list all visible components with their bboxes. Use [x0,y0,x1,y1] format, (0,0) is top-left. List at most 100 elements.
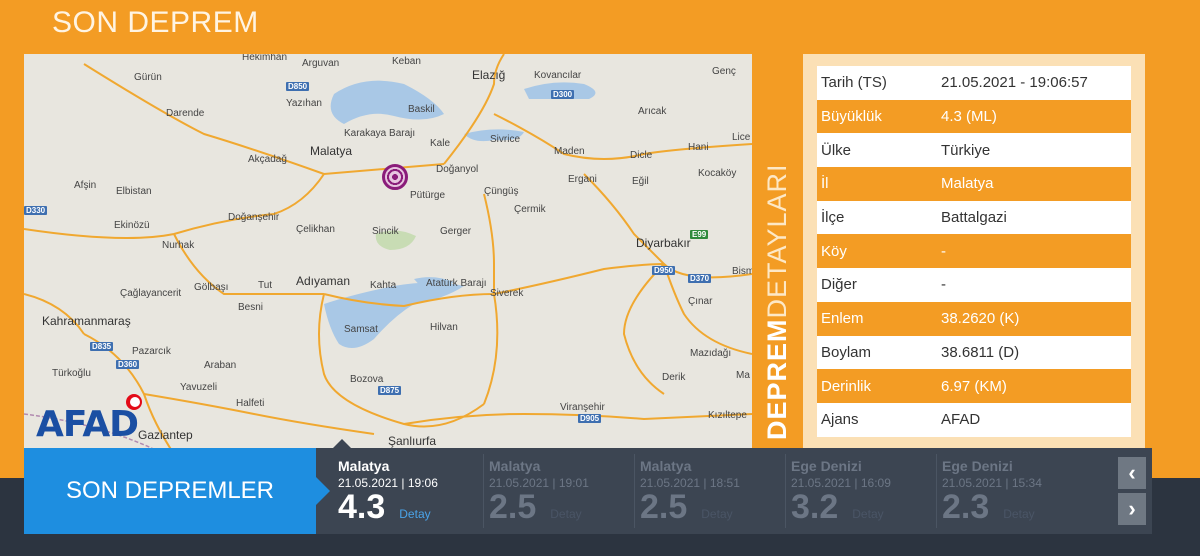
map-place-label: Viranşehir [560,402,605,413]
map-place-label: Akçadağ [248,154,287,165]
map-place-label: Gölbaşı [194,282,229,293]
recent-earthquake-item[interactable]: Malatya 21.05.2021 | 19:01 2.5 Detay [489,458,639,528]
detail-link[interactable]: Detay [852,507,883,521]
detail-row: Boylam 38.6811 (D) [817,335,1131,370]
detail-link[interactable]: Detay [399,507,430,521]
detail-value: Türkiye [941,141,991,159]
detail-link[interactable]: Detay [1003,507,1034,521]
map-place-label: Dicle [630,150,653,161]
map-place-label: Şanlıurfa [388,434,437,448]
item-separator [785,454,786,528]
item-location: Ege Denizi [942,458,1013,474]
map-place-label: Afşin [74,180,97,191]
map-place-label: Bism [732,266,752,277]
map-place-label: Genç [712,66,736,77]
map-place-label: Siverek [490,288,524,299]
recent-earthquake-item[interactable]: Malatya 21.05.2021 | 19:06 4.3 Detay [338,458,488,528]
detail-value: - [941,242,946,260]
detail-row: İlçe Battalgazi [817,200,1131,235]
detail-key: Diğer [821,276,857,294]
map-place-label: Kahta [370,280,397,291]
detail-row: Enlem 38.2620 (K) [817,301,1131,336]
detail-row: Köy - [817,234,1131,269]
map-place-label: Sivrice [490,134,521,145]
detail-key: Ülke [821,141,852,159]
detail-value: 38.2620 (K) [941,310,1020,328]
map-place-label: Diyarbakır [636,236,691,250]
road-badge: D370 [688,274,712,283]
detail-key: Tarih (TS) [821,74,887,92]
detail-row: İl Malatya [817,167,1131,201]
map-place-label: Kızıltepe [708,410,747,421]
detail-value: - [941,276,946,294]
map-place-label: Nurhak [162,240,195,251]
map-place-label: Lice [732,132,751,143]
detail-key: Derinlik [821,377,872,395]
detail-row: Ülke Türkiye [817,133,1131,168]
map-place-label: Doğanyol [436,164,479,175]
road-badge: D950 [652,266,676,275]
item-separator [634,454,635,528]
map-place-label: Tut [258,280,273,291]
item-magnitude: 2.5 [489,488,537,526]
recent-earthquake-item[interactable]: Ege Denizi 21.05.2021 | 16:09 3.2 Detay [791,458,941,528]
recent-earthquake-item[interactable]: Malatya 21.05.2021 | 18:51 2.5 Detay [640,458,790,528]
map-place-label: Kovancılar [534,70,582,81]
map-place-label: Araban [204,360,237,371]
map-place-label: Gürün [134,72,162,83]
map-place-label: Eğil [632,176,649,187]
map-place-label: Gaziantep [138,428,193,442]
detail-row: Diğer - [817,268,1131,302]
earthquake-map[interactable]: Hekimhan Arguvan Keban Elazığ Kovancılar Genç… [24,54,752,454]
item-location: Malatya [489,458,541,474]
detail-row: Tarih (TS) 21.05.2021 - 19:06:57 [817,66,1131,100]
map-place-label: Arguvan [302,58,340,69]
detail-row: Büyüklük 4.3 (ML) [817,99,1131,134]
recent-earthquake-item[interactable]: Ege Denizi 21.05.2021 | 15:34 2.3 Detay [942,458,1092,528]
earthquake-epicenter-icon[interactable] [382,164,408,190]
detail-key: İl [821,175,829,193]
map-place-label: Kahramanmaraş [42,314,131,328]
detail-link[interactable]: Detay [701,507,732,521]
map-place-label: Çelikhan [296,224,335,235]
item-magnitude: 2.3 [942,488,990,526]
map-place-label: Elazığ [472,68,506,82]
map-place-label: Türkoğlu [52,368,91,379]
flag-icon [126,394,142,410]
chevron-right-icon[interactable]: › [1118,493,1146,525]
recent-earthquakes-title: SON DEPREMLER [24,448,330,534]
map-place-label: Çağlayancerit [120,288,182,299]
map-place-label: Ergani [568,174,597,185]
map-place-label: Hilvan [430,322,458,333]
map-place-label: Çüngüş [484,186,519,197]
map-place-label: Kocaköy [698,168,737,179]
map-place-label: Doğanşehir [228,212,280,223]
map-place-label: Çınar [688,296,713,307]
item-magnitude: 3.2 [791,488,839,526]
detail-value: 21.05.2021 - 19:06:57 [941,74,1088,92]
road-badge: D300 [551,90,575,99]
item-location: Malatya [640,458,692,474]
map-place-label: Atatürk Barajı [426,278,487,289]
active-item-caret [333,439,351,448]
detail-key: İlçe [821,209,845,227]
road-badge: D835 [90,342,114,351]
detail-value: Battalgazi [941,209,1007,227]
map-place-label: Bozova [350,374,384,385]
road-badge: D875 [378,386,402,395]
map-place-label: Karakaya Barajı [344,128,416,139]
chevron-left-icon[interactable]: ‹ [1118,457,1146,489]
map-place-label: Hani [688,142,709,153]
detail-key: Köy [821,242,847,260]
item-location: Ege Denizi [791,458,862,474]
road-badge: D905 [578,414,602,423]
detail-key: Enlem [821,310,864,328]
details-vertical-label: DEPREMDETAYLARI [762,163,793,440]
details-vertical-label-rest: DETAYLARI [762,163,792,319]
details-panel: Tarih (TS) 21.05.2021 - 19:06:57 Büyüklük 4… [803,54,1145,454]
map-place-label: Maden [554,146,585,157]
detail-value: Malatya [941,175,994,193]
item-separator [936,454,937,528]
map-place-label: Adıyaman [296,274,351,288]
detail-link[interactable]: Detay [550,507,581,521]
